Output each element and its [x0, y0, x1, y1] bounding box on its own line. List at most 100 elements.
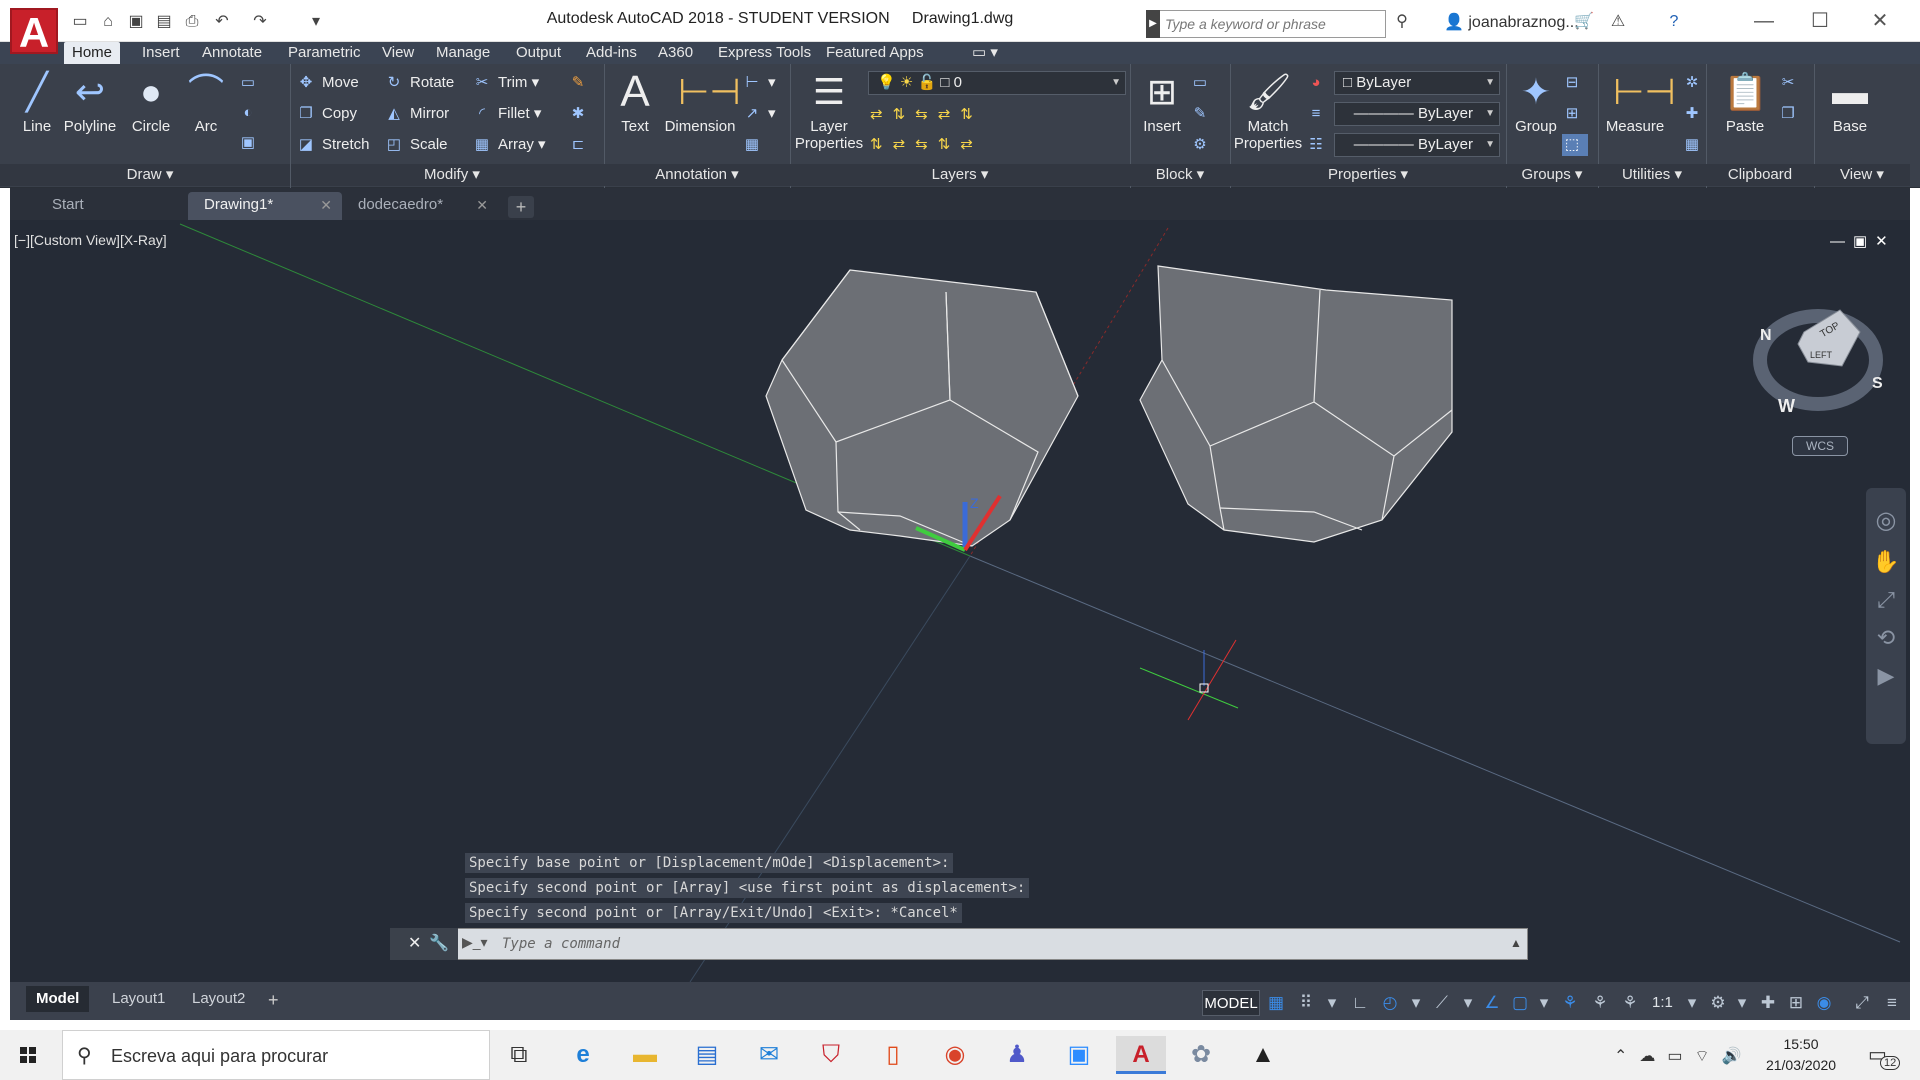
customization-menu-icon[interactable]: ≡ [1880, 990, 1904, 1016]
rotate-button[interactable]: ↻ Rotate [384, 72, 455, 94]
new-tab-button[interactable]: + [508, 196, 534, 218]
help-search-input[interactable]: Type a keyword or phrase [1146, 10, 1386, 38]
properties-panel-title[interactable]: Properties ▾ [1230, 164, 1506, 186]
copy-button[interactable]: ❐ Copy [296, 103, 357, 125]
ribbon-tab-add-ins[interactable]: Add-ins [578, 42, 645, 64]
viewport-window-controls[interactable]: —▣✕ [1830, 232, 1896, 250]
layer-tools-row-2[interactable]: ⇅⇄⇆⇅⇄ [870, 134, 983, 156]
taskbar-clock[interactable]: 15:50 21/03/2020 [1756, 1034, 1846, 1076]
dodecahedron-1[interactable] [765, 269, 1079, 547]
group-edit-icon[interactable]: ⊞ [1562, 103, 1588, 125]
zoom-app-icon[interactable]: ▣ [1056, 1036, 1102, 1074]
circle-button[interactable]: ● Circle [124, 70, 178, 135]
model-space-button[interactable]: MODEL [1202, 990, 1260, 1016]
showmotion-icon[interactable]: ▶ [1866, 663, 1906, 689]
annotation-monitor-icon[interactable]: ✚ [1756, 990, 1780, 1016]
create-block-icon[interactable]: ▭ [1190, 72, 1216, 94]
drawing-viewport[interactable]: Z [10, 220, 1910, 982]
ribbon-tab-a360[interactable]: A360 [650, 42, 701, 64]
stretch-button[interactable]: ◪ Stretch [296, 134, 370, 156]
layer-properties-button[interactable]: ☰ Layer Properties [792, 70, 866, 152]
boundary-icon[interactable]: ▣ [238, 132, 264, 154]
new-file-icon[interactable]: ▭ [70, 12, 90, 32]
close-window-icon[interactable]: ✕ [1860, 8, 1900, 34]
edge-icon[interactable]: e [560, 1036, 606, 1074]
groups-panel-title[interactable]: Groups ▾ [1506, 164, 1598, 186]
ribbon-tab-express-tools[interactable]: Express Tools [710, 42, 819, 64]
annotation-scale-value[interactable]: 1:1 [1652, 994, 1673, 1011]
system-tray-icons[interactable]: ⌃☁▭⌔🔊 [1614, 1046, 1754, 1066]
application-menu-button[interactable]: A [10, 8, 58, 56]
dimension-button[interactable]: ⊢⊣ Dimension [660, 70, 741, 135]
command-history-toggle-icon[interactable]: ▲ [1510, 936, 1522, 950]
calculator-icon[interactable]: ▦ [1682, 134, 1708, 156]
insert-block-button[interactable]: ⊞ Insert [1134, 70, 1190, 135]
plot-icon[interactable]: ⎙ [182, 12, 202, 32]
lineweight-dropdown[interactable]: ———— ByLayer ▼ [1334, 133, 1500, 157]
cart-icon[interactable]: 🛒 [1574, 12, 1594, 32]
view-cube[interactable]: TOP LEFT N W S [1752, 288, 1892, 428]
edit-block-icon[interactable]: ✎ [1190, 103, 1216, 125]
zoom-icon[interactable]: ⤢ [1866, 587, 1906, 613]
ribbon-tab-parametric[interactable]: Parametric [280, 42, 369, 64]
mcafee-icon[interactable]: ⛉ [808, 1036, 854, 1074]
table-icon[interactable]: ▦ [742, 134, 768, 156]
text-button[interactable]: A Text [612, 70, 658, 136]
task-view-icon[interactable]: ⧉ [496, 1036, 542, 1074]
undo-icon[interactable]: ↶ [212, 12, 232, 32]
save-icon[interactable]: ▣ [126, 12, 146, 32]
view-panel-title[interactable]: View ▾ [1814, 164, 1910, 186]
dodecahedron-2[interactable] [1139, 265, 1453, 543]
offset-icon[interactable]: ⊏ [568, 134, 594, 156]
ortho-icon[interactable]: ∟ [1348, 990, 1372, 1016]
office-icon[interactable]: ▯ [870, 1036, 916, 1074]
ribbon-tab-annotate[interactable]: Annotate [194, 42, 270, 64]
layers-panel-title[interactable]: Layers ▾ [790, 164, 1130, 186]
user-account[interactable]: 👤 joanabraznog... [1444, 12, 1579, 32]
layout-tab-model[interactable]: Model [26, 986, 90, 1012]
polar-menu-icon[interactable]: ▾ [1404, 990, 1428, 1016]
file-explorer-icon[interactable]: ▬ [622, 1036, 668, 1074]
workspace-gear-icon[interactable]: ⚙ [1706, 990, 1730, 1016]
arc-button[interactable]: ⌒ Arc [184, 70, 228, 135]
close-tab-icon[interactable]: ✕ [476, 192, 488, 218]
copy-clip-icon[interactable]: ❐ [1778, 103, 1804, 125]
group-selection-icon[interactable]: ⬚ [1562, 134, 1588, 156]
units-icon[interactable]: ⊞ [1784, 990, 1808, 1016]
customize-command-icon[interactable]: 🔧 [429, 935, 457, 952]
scale-button[interactable]: ◰ Scale [384, 134, 448, 156]
close-command-icon[interactable]: ✕ [408, 935, 429, 952]
ungroup-icon[interactable]: ⊟ [1562, 72, 1588, 94]
color-dropdown[interactable]: □ ByLayer ▼ [1334, 71, 1500, 95]
workspace-menu-icon[interactable]: ▾ [1730, 990, 1754, 1016]
point-icon[interactable]: ✚ [1682, 103, 1708, 125]
block-panel-title[interactable]: Block ▾ [1130, 164, 1230, 186]
linear-dimension-icon[interactable]: ⊢ ▾ [742, 72, 775, 94]
polar-icon[interactable]: ◴ [1378, 990, 1402, 1016]
ribbon-tab-view[interactable]: View [374, 42, 422, 64]
annotation-scale-icon[interactable]: ⚘ [1618, 990, 1642, 1016]
annotation-visibility-icon[interactable]: ⚘ [1558, 990, 1582, 1016]
file-tab-drawing1[interactable]: Drawing1* ✕ [188, 192, 342, 220]
annotation-panel-title[interactable]: Annotation ▾ [604, 164, 790, 186]
fullscreen-icon[interactable]: ⤢ [1850, 990, 1874, 1016]
line-button[interactable]: ╱ Line [14, 70, 60, 135]
ribbon-tab-output[interactable]: Output [508, 42, 569, 64]
add-layout-icon[interactable]: + [268, 990, 279, 1011]
fillet-button[interactable]: ◜ Fillet ▾ [472, 103, 541, 125]
polyline-button[interactable]: ↩ Polyline [62, 70, 118, 135]
teams-icon[interactable]: ♟ [994, 1036, 1040, 1074]
hatch-icon[interactable]: ◐ [238, 102, 264, 124]
search-expand-icon[interactable]: ▶ [1146, 10, 1160, 38]
minimize-icon[interactable]: — [1744, 8, 1784, 34]
layer-dropdown[interactable]: 💡 ☀ 🔓 □ 0 ▼ [868, 71, 1126, 95]
pan-icon[interactable]: ✋ [1866, 549, 1906, 575]
orbit-icon[interactable]: ⟲ [1866, 625, 1906, 651]
object-snap-tracking-icon[interactable]: ∠ [1480, 990, 1504, 1016]
layout-tab-layout2[interactable]: Layout2 [182, 986, 255, 1012]
snap-menu-icon[interactable]: ▾ [1320, 990, 1344, 1016]
modify-panel-title[interactable]: Modify ▾ [300, 164, 604, 186]
erase-icon[interactable]: ✎ [568, 72, 594, 94]
taskbar-search[interactable]: ⚲ Escreva aqui para procurar [62, 1030, 490, 1080]
measure-button[interactable]: ⊢⊣ Measure [1602, 70, 1676, 135]
